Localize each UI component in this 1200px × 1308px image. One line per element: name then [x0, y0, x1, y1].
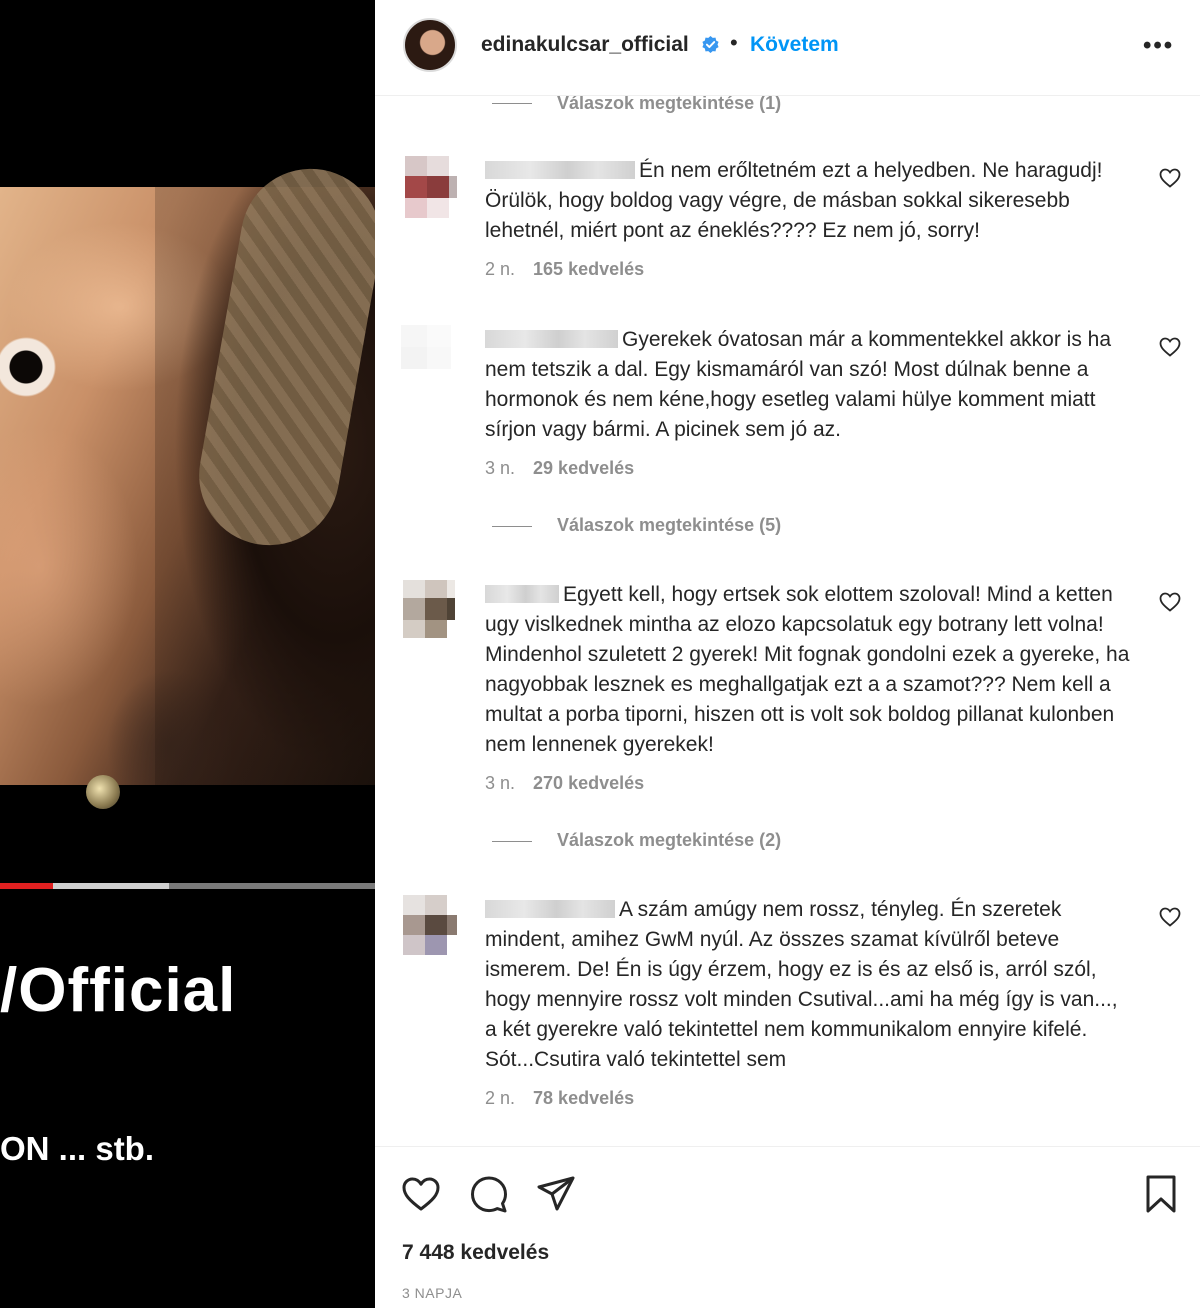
- video-progress-fill: [0, 883, 53, 889]
- post-timestamp: 3 NAPJA: [402, 1285, 463, 1301]
- reply-divider: [492, 526, 532, 527]
- header-separator: •: [730, 30, 738, 55]
- author-avatar[interactable]: [403, 18, 457, 72]
- commenter-avatar[interactable]: [387, 580, 467, 644]
- comments-list[interactable]: Válaszok megtekintése (1) Én nem erőltet…: [375, 96, 1200, 1146]
- video-tags-text: ON ... stb.: [0, 1130, 155, 1167]
- more-options-icon[interactable]: •••: [1143, 32, 1174, 60]
- comment-text-content: Egyett kell, hogy ertsek sok elottem szo…: [485, 583, 1130, 756]
- comment-likes[interactable]: 270 kedvelés: [533, 773, 644, 793]
- blurred-commenter-name[interactable]: [485, 330, 618, 348]
- post-likes-count[interactable]: 7 448 kedvelés: [402, 1241, 549, 1265]
- comment-text: Gyerekek óvatosan már a kommentekkel akk…: [485, 325, 1135, 445]
- blurred-commenter-name[interactable]: [485, 900, 615, 918]
- comment-like-heart-icon[interactable]: [1158, 905, 1182, 929]
- comment-text-content: A szám amúgy nem rossz, tényleg. Én szer…: [485, 898, 1118, 1071]
- follow-button[interactable]: Követem: [750, 33, 839, 57]
- comment-like-heart-icon[interactable]: [1158, 335, 1182, 359]
- heart-icon[interactable]: [400, 1173, 442, 1215]
- comment-text: Én nem erőltetném ezt a helyedben. Ne ha…: [485, 156, 1135, 246]
- comment-meta: 2 n. 78 kedvelés: [485, 1088, 634, 1109]
- blurred-commenter-name[interactable]: [485, 585, 559, 603]
- post-media[interactable]: /Official ON ... stb.: [0, 0, 375, 1308]
- comment-like-heart-icon[interactable]: [1158, 166, 1182, 190]
- comment-meta: 3 n. 270 kedvelés: [485, 773, 644, 794]
- comment-age: 2 n.: [485, 1088, 516, 1108]
- video-title-text: /Official: [0, 956, 237, 1025]
- comment-likes[interactable]: 165 kedvelés: [533, 259, 644, 279]
- comment-likes[interactable]: 78 kedvelés: [533, 1088, 634, 1108]
- bookmark-icon[interactable]: [1140, 1173, 1182, 1215]
- comment-age: 2 n.: [485, 259, 516, 279]
- reply-divider: [492, 841, 532, 842]
- comment-meta: 3 n. 29 kedvelés: [485, 458, 634, 479]
- commenter-avatar[interactable]: [387, 325, 467, 389]
- video-frame: [0, 157, 375, 809]
- view-replies-link[interactable]: Válaszok megtekintése (5): [557, 515, 781, 536]
- comment-text: Egyett kell, hogy ertsek sok elottem szo…: [485, 580, 1135, 760]
- view-replies-link[interactable]: Válaszok megtekintése (1): [557, 96, 781, 114]
- video-frame-earring: [86, 775, 120, 809]
- blurred-commenter-name[interactable]: [485, 161, 635, 179]
- comment-like-heart-icon[interactable]: [1158, 590, 1182, 614]
- comment-icon[interactable]: [468, 1173, 510, 1215]
- author-username[interactable]: edinakulcsar_official: [481, 33, 689, 57]
- post-header: edinakulcsar_official • Követem •••: [375, 0, 1200, 96]
- comment-likes[interactable]: 29 kedvelés: [533, 458, 634, 478]
- commenter-avatar[interactable]: [387, 156, 467, 220]
- comment-age: 3 n.: [485, 458, 516, 478]
- comment-meta: 2 n. 165 kedvelés: [485, 259, 644, 280]
- reply-divider: [492, 103, 532, 104]
- video-progress-bar[interactable]: [0, 883, 375, 889]
- comments-panel: edinakulcsar_official • Követem ••• Vála…: [375, 0, 1200, 1308]
- share-icon[interactable]: [535, 1173, 577, 1215]
- video-frame-eye: [0, 337, 70, 397]
- verified-badge-icon: [702, 35, 719, 54]
- post-actions: 7 448 kedvelés 3 NAPJA: [375, 1146, 1200, 1308]
- comment-text: A szám amúgy nem rossz, tényleg. Én szer…: [485, 895, 1135, 1075]
- commenter-avatar[interactable]: [387, 895, 467, 959]
- view-replies-link[interactable]: Válaszok megtekintése (2): [557, 830, 781, 851]
- comment-age: 3 n.: [485, 773, 516, 793]
